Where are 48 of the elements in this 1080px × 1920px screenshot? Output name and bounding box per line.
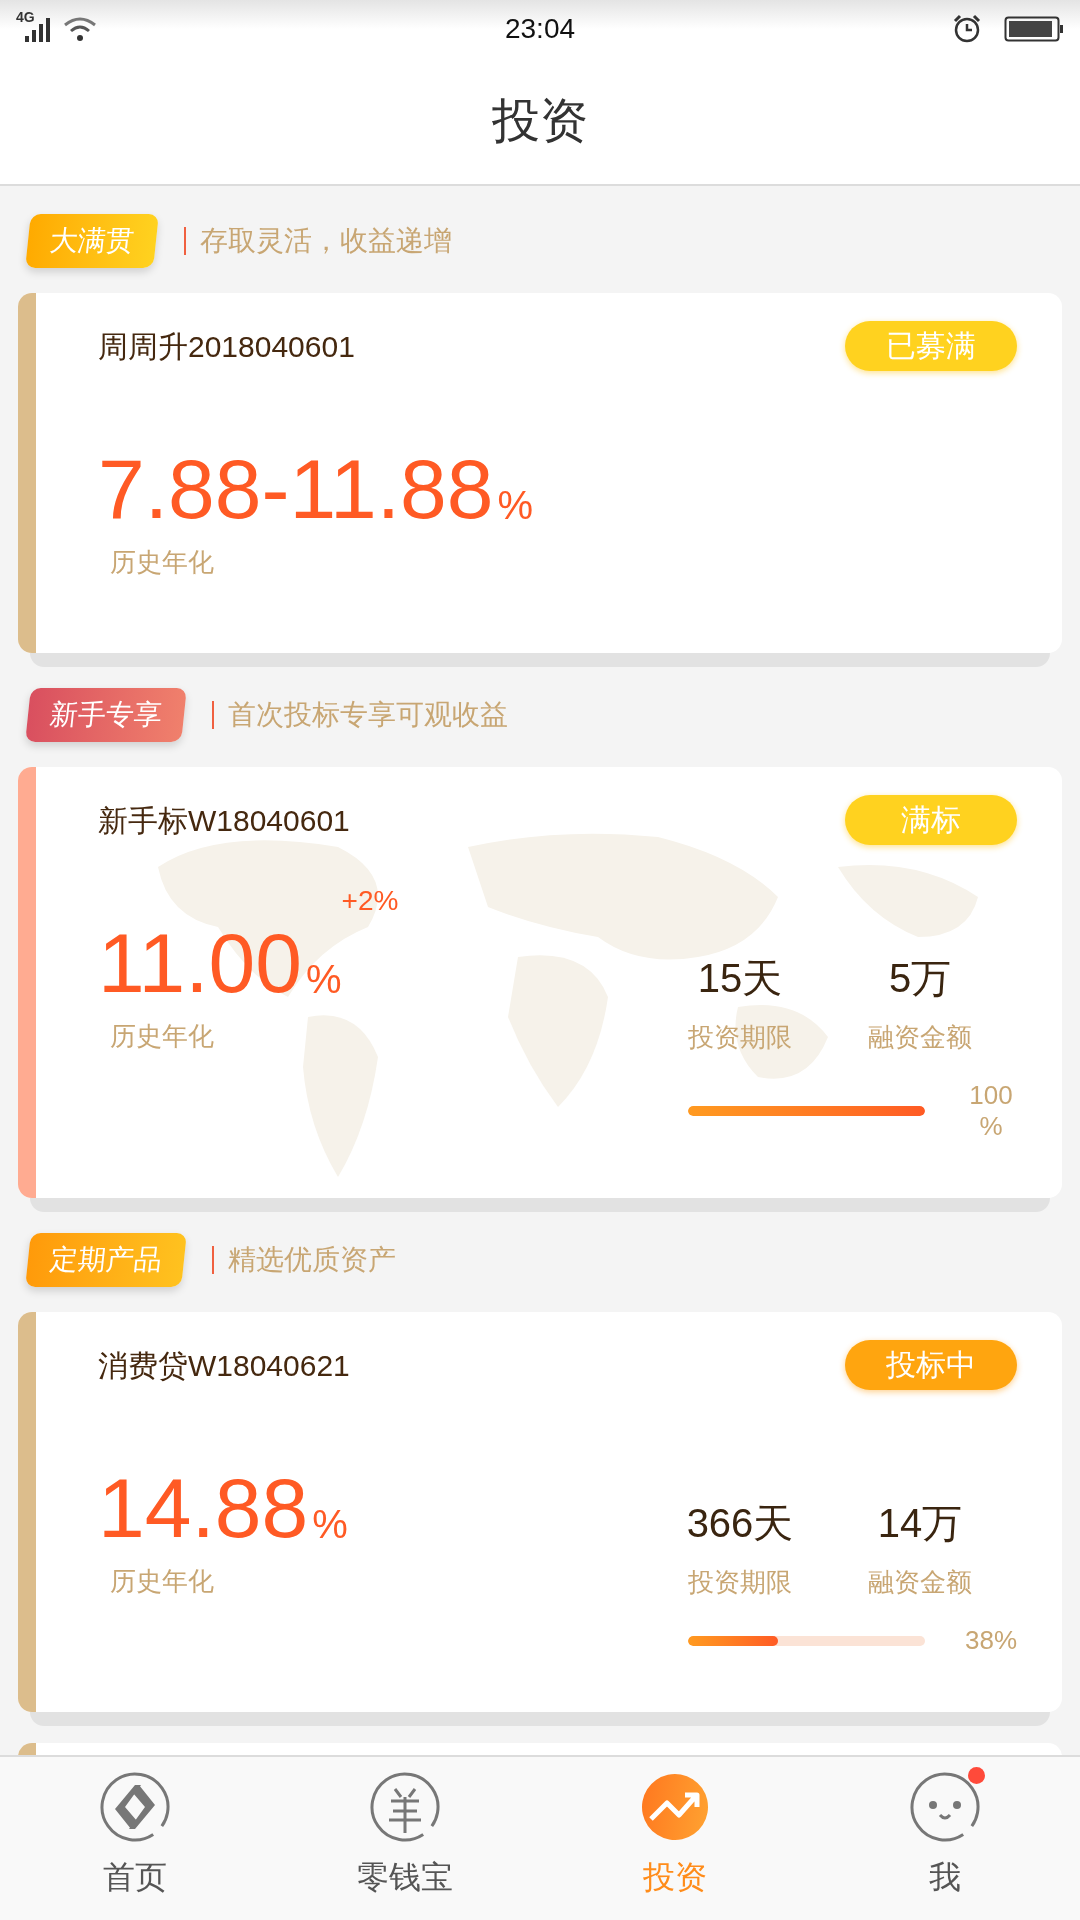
wifi-icon [62,16,97,42]
section-subtitle: 存取灵活，收益递增 [200,224,452,258]
rate-value: 14.88 [98,1466,309,1550]
status-badge: 已募满 [845,321,1017,371]
rate-unit: % [312,1504,348,1544]
status-time: 23:04 [504,12,576,46]
rate-label: 历史年化 [110,1023,214,1049]
product-card[interactable]: 新手标W18040601 满标 11.00% +2% 历史年化 15天 投资期限 5万 融资金额 100% [18,767,1062,1198]
product-card[interactable]: 消费贷W18040621 投标中 14.88% 历史年化 366天 投资期限 14万 融资金额 38% [18,1312,1062,1712]
stat-value: 14万 [877,1503,963,1543]
progress-reading: 100% [968,1080,1014,1143]
rate-unit: % [306,959,342,999]
stat-value: 366天 [686,1503,794,1543]
nav-tab[interactable]: 我 [810,1757,1080,1920]
rate-label: 历史年化 [110,549,214,575]
nav-tab[interactable]: 零钱宝 [270,1757,540,1920]
section-tag: 大满贯 [25,214,159,268]
status-badge: 满标 [845,795,1017,845]
bonus-rate: +2% [341,887,399,915]
nav-tab[interactable]: 首页 [0,1757,270,1920]
battery-icon [1004,16,1064,42]
section-subtitle: 精选优质资产 [228,1243,396,1277]
rate-unit: % [497,485,533,525]
product-card[interactable]: 周周升2018040601 已募满 7.88-11.88% 历史年化 [18,293,1062,653]
product-name: 周周升2018040601 [98,328,355,365]
stat-label: 投资期限 [688,1024,792,1050]
network-label: 4G [16,10,35,24]
rate-label: 历史年化 [110,1568,214,1594]
smiley-icon [909,1771,981,1843]
section-tag: 新手专享 [25,688,187,742]
stat-label: 融资金额 [868,1024,972,1050]
status-badge: 投标中 [845,1340,1017,1390]
stat-value: 15天 [697,958,783,998]
progress-reading: 38% [963,1625,1018,1657]
product-name: 消费贷W18040621 [98,1347,350,1384]
symbol-circle-icon [369,1771,441,1843]
stat-label: 投资期限 [688,1569,792,1595]
product-name: 新手标W18040601 [98,802,350,839]
alarm-icon [952,14,982,44]
section-tag: 定期产品 [25,1233,187,1287]
home-icon [99,1771,171,1843]
trend-up-icon [639,1771,711,1843]
rate-value: 11.00 [98,921,302,1005]
stat-value: 5万 [888,958,952,998]
stat-label: 融资金额 [868,1569,972,1595]
section-subtitle: 首次投标专享可观收益 [228,698,508,732]
page-title: 投资 [492,97,588,145]
rate-value: 7.88-11.88 [98,447,494,531]
